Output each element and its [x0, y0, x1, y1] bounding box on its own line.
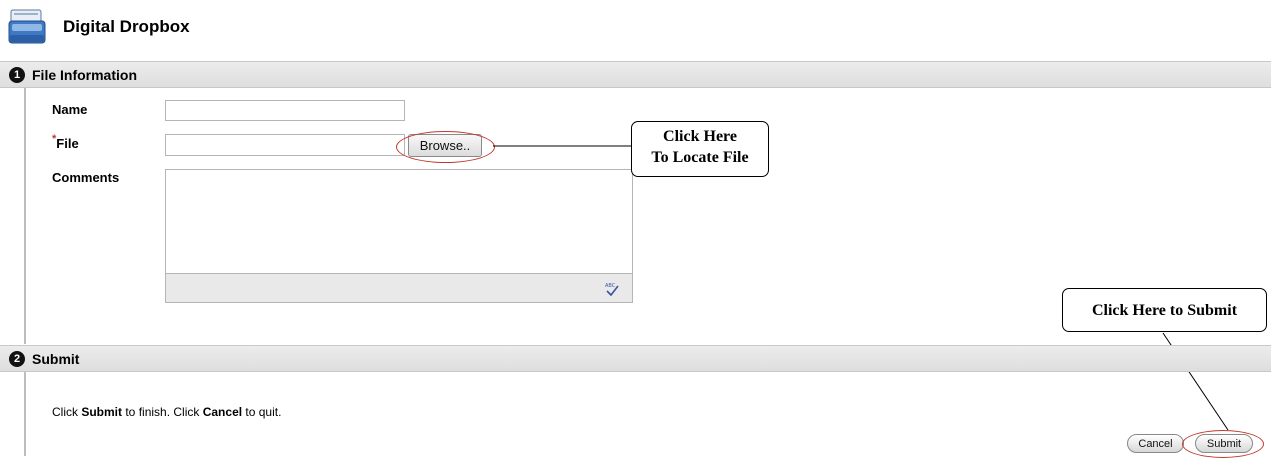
comments-textarea[interactable] — [165, 169, 633, 273]
cancel-button[interactable]: Cancel — [1127, 434, 1184, 453]
section-header-file-information: 1 File Information — [0, 61, 1271, 88]
instructions-text: to quit. — [242, 405, 282, 419]
comments-toolbar: ABC — [165, 273, 633, 303]
instructions-text: to finish. Click — [122, 405, 203, 419]
file-label-text: File — [56, 136, 79, 151]
instructions-text: Click — [52, 405, 82, 419]
instructions-submit-word: Submit — [81, 405, 123, 419]
file-path-input[interactable] — [165, 134, 405, 156]
step-number-1: 1 — [9, 67, 25, 83]
callout-locate-line1: Click Here — [663, 128, 737, 145]
name-label: Name — [52, 102, 88, 117]
svg-text:ABC: ABC — [605, 283, 616, 289]
browse-button[interactable]: Browse.. — [408, 134, 482, 157]
section-header-submit: 2 Submit — [0, 345, 1271, 372]
spellcheck-icon[interactable]: ABC — [604, 281, 620, 297]
callout-submit: Click Here to Submit — [1062, 288, 1267, 332]
section-title: Submit — [32, 351, 80, 367]
section-divider — [24, 372, 26, 456]
required-marker: * — [52, 133, 57, 145]
callout-locate-file: Click Here To Locate File — [631, 121, 769, 177]
instructions-cancel-word: Cancel — [202, 405, 243, 419]
submit-button[interactable]: Submit — [1195, 434, 1253, 453]
submit-instructions: Click Submit to finish. Click Cancel to … — [52, 405, 281, 419]
name-input[interactable] — [165, 100, 405, 121]
comments-label: Comments — [52, 170, 120, 185]
dropbox-icon — [8, 8, 46, 46]
file-label: *File — [52, 133, 79, 151]
page-title: Digital Dropbox — [63, 17, 190, 36]
step-number-2: 2 — [9, 351, 25, 367]
callout-locate-line2: To Locate File — [651, 149, 749, 166]
section-title: File Information — [32, 67, 137, 83]
section-divider — [24, 88, 26, 344]
